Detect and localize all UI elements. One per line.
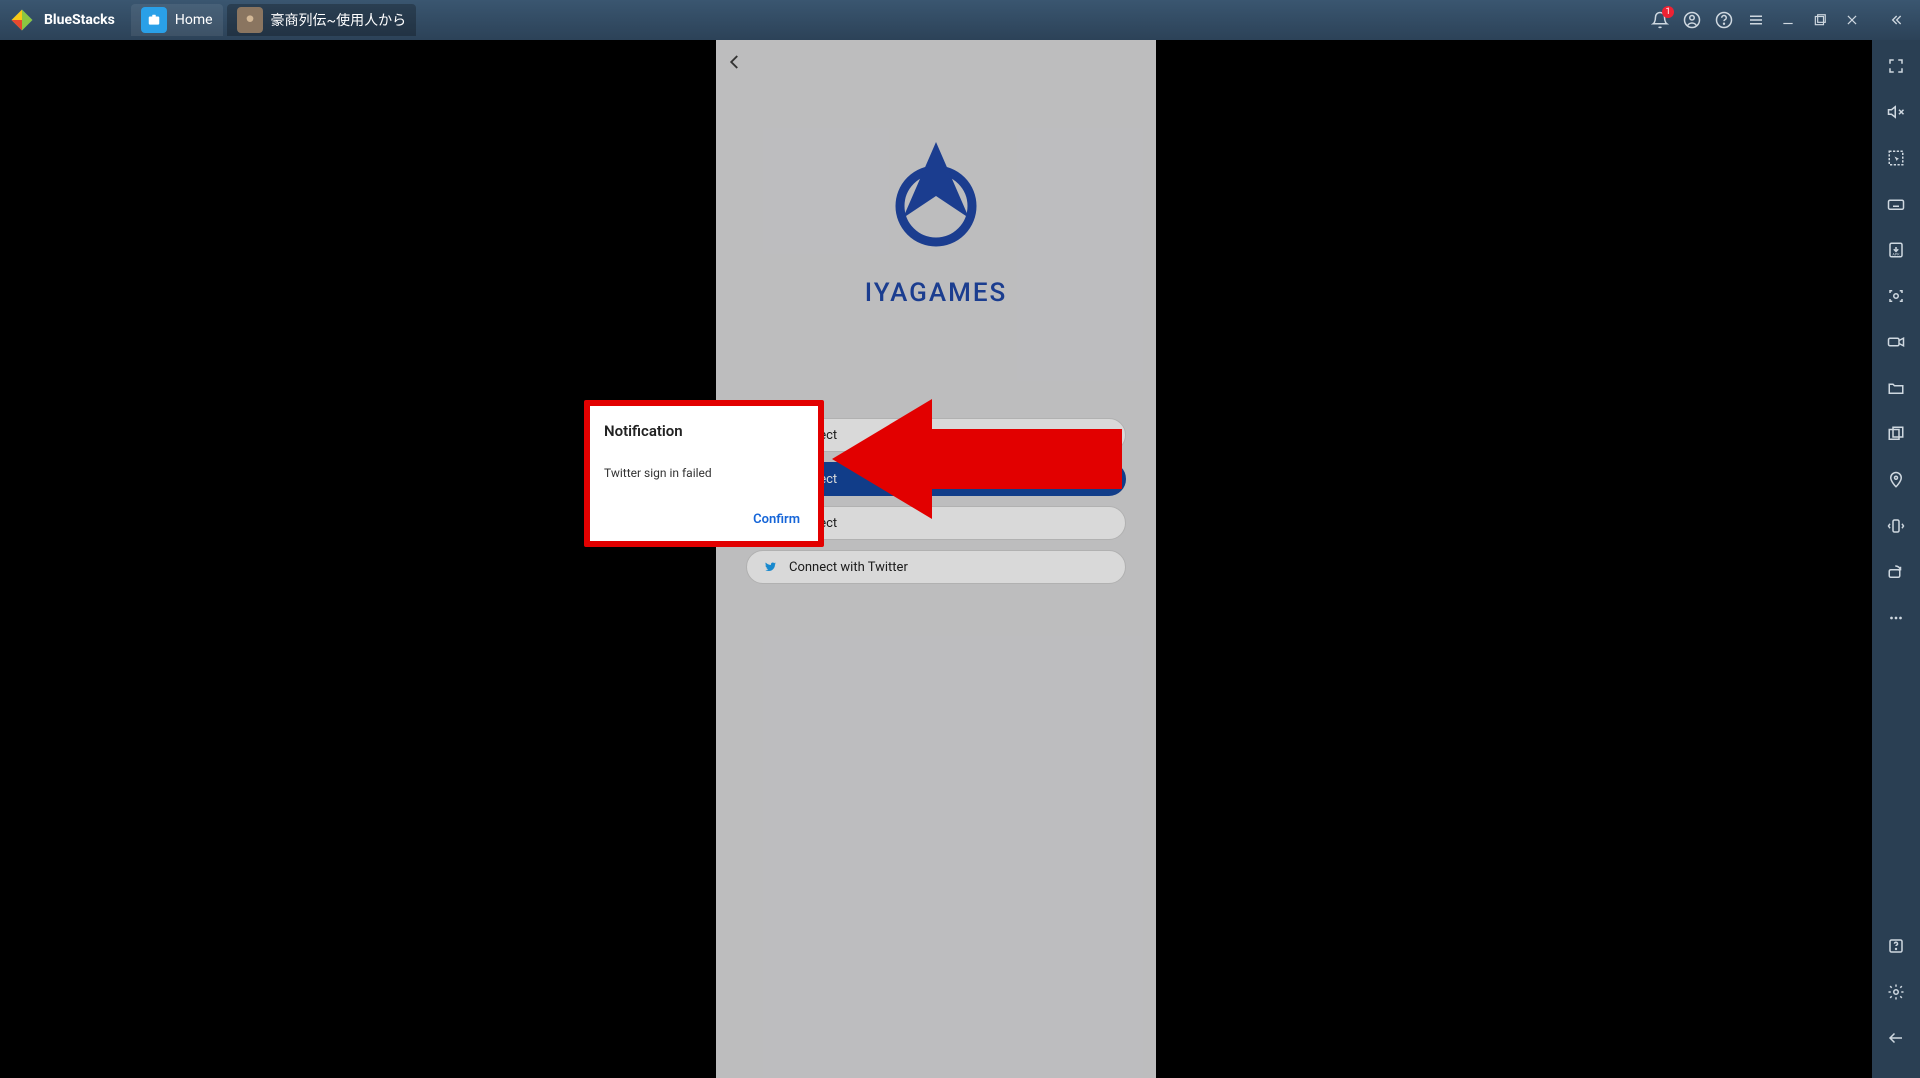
help-button[interactable]: [1708, 4, 1740, 36]
menu-button[interactable]: [1740, 4, 1772, 36]
iyagames-logo-icon: [881, 140, 991, 264]
fullscreen-button[interactable]: [1882, 52, 1910, 80]
connect-twitter-button[interactable]: Connect with Twitter: [746, 550, 1126, 584]
svg-text:APK: APK: [1892, 252, 1900, 256]
lock-cursor-button[interactable]: [1882, 144, 1910, 172]
collapse-sidebar-button[interactable]: [1880, 4, 1912, 36]
media-folder-button[interactable]: [1882, 374, 1910, 402]
brand-text: IYAGAMES: [865, 278, 1008, 308]
maximize-button[interactable]: [1804, 4, 1836, 36]
app-tab-icon: [237, 7, 263, 33]
screenshot-button[interactable]: [1882, 282, 1910, 310]
right-sidebar: APK: [1872, 40, 1920, 1078]
close-button[interactable]: [1836, 4, 1868, 36]
tab-app-label: 豪商列伝~使用人から: [271, 10, 407, 30]
settings-button[interactable]: [1882, 978, 1910, 1006]
android-back-button[interactable]: [1882, 1024, 1910, 1052]
multi-instance-button[interactable]: [1882, 420, 1910, 448]
location-button[interactable]: [1882, 466, 1910, 494]
titlebar: BlueStacks Home 豪商列伝~使用人から 1: [0, 0, 1920, 40]
bluestacks-logo-icon: [8, 6, 36, 34]
dialog-confirm-button[interactable]: Confirm: [749, 506, 804, 533]
main-viewport: IYAGAMES Connect Connect Connect: [0, 40, 1872, 1078]
record-button[interactable]: [1882, 328, 1910, 356]
minimize-button[interactable]: [1772, 4, 1804, 36]
notification-dialog: Notification Twitter sign in failed Conf…: [584, 400, 824, 547]
notifications-button[interactable]: 1: [1644, 4, 1676, 36]
install-apk-button[interactable]: APK: [1882, 236, 1910, 264]
shake-button[interactable]: [1882, 512, 1910, 540]
product-name: BlueStacks: [44, 12, 115, 28]
twitter-icon: [761, 560, 779, 574]
dialog-title: Notification: [604, 422, 804, 440]
rotate-button[interactable]: [1882, 558, 1910, 586]
keyboard-button[interactable]: [1882, 190, 1910, 218]
connect-twitter-label: Connect with Twitter: [789, 560, 908, 575]
guide-button[interactable]: [1882, 932, 1910, 960]
more-button[interactable]: [1882, 604, 1910, 632]
tab-home-label: Home: [175, 12, 213, 28]
annotation-arrow-icon: [832, 394, 1122, 528]
volume-mute-button[interactable]: [1882, 98, 1910, 126]
tab-home[interactable]: Home: [131, 4, 223, 36]
back-button[interactable]: [726, 52, 744, 77]
brand-area: IYAGAMES: [716, 140, 1156, 308]
app-screen: IYAGAMES Connect Connect Connect: [716, 40, 1156, 1078]
tab-app[interactable]: 豪商列伝~使用人から: [227, 4, 417, 36]
dialog-message: Twitter sign in failed: [604, 466, 804, 480]
account-button[interactable]: [1676, 4, 1708, 36]
home-tab-icon: [141, 7, 167, 33]
notification-badge: 1: [1662, 6, 1674, 18]
